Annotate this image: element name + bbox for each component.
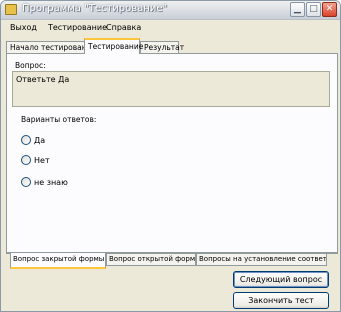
question-box: Ответьте Да	[12, 71, 330, 107]
tab-closed-question[interactable]: Вопрос закрытой формы	[10, 253, 106, 269]
radio-dont-know[interactable]	[21, 177, 31, 187]
radio-yes-label[interactable]: Да	[34, 136, 45, 145]
minimize-icon[interactable]: ▁	[290, 2, 305, 17]
finish-test-button[interactable]: Закончить тест	[233, 292, 329, 309]
answers-label: Варианты ответов:	[21, 115, 97, 124]
menu-testing[interactable]: Тестирование	[48, 23, 107, 32]
question-type-tabs: Вопрос закрытой формы Вопрос открытой фо…	[6, 253, 338, 269]
title-bar[interactable]: Программа "Тестирование" ▁ □ ✕	[1, 1, 340, 20]
menu-bar: Выход Тестирование Справка	[1, 20, 340, 35]
menu-help[interactable]: Справка	[106, 23, 141, 32]
close-icon[interactable]: ✕	[322, 2, 337, 17]
radio-no-label[interactable]: Нет	[34, 156, 50, 165]
app-window: Программа "Тестирование" ▁ □ ✕ Выход Тес…	[0, 0, 341, 312]
menu-exit[interactable]: Выход	[10, 23, 37, 32]
tab-result[interactable]: Результат	[140, 41, 184, 53]
next-question-button[interactable]: Следующий вопрос	[233, 271, 329, 288]
radio-yes[interactable]	[21, 135, 31, 145]
app-icon	[5, 4, 17, 15]
maximize-icon[interactable]: □	[306, 2, 321, 17]
window-title: Программа "Тестирование"	[22, 3, 168, 14]
question-group-label: Вопрос:	[15, 61, 46, 70]
tab-matching-question[interactable]: Вопросы на установление соответ	[196, 254, 327, 266]
main-tabs: Начало тестирования Тестирование Результ…	[1, 37, 340, 54]
tab-testing[interactable]: Тестирование	[84, 38, 143, 54]
tab-open-question[interactable]: Вопрос открытой формы	[106, 254, 196, 266]
radio-no[interactable]	[21, 155, 31, 165]
radio-dont-know-label[interactable]: не знаю	[34, 178, 68, 187]
tab-start[interactable]: Начало тестирования	[6, 41, 96, 53]
question-text: Ответьте Да	[16, 75, 70, 84]
